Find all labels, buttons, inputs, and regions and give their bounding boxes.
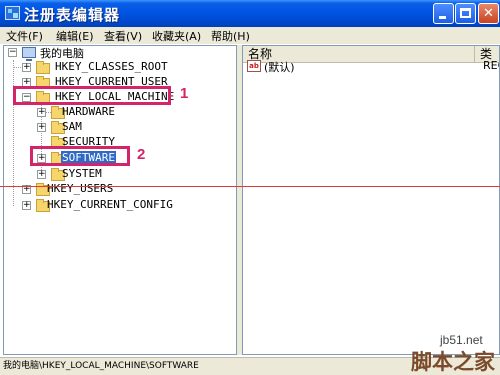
- tree-node-system[interactable]: + SYSTEM: [37, 167, 227, 183]
- watermark-site: jb51.net: [440, 333, 483, 347]
- expand-toggle[interactable]: +: [22, 63, 31, 72]
- value-type: REG: [483, 59, 499, 72]
- expand-toggle[interactable]: +: [22, 201, 31, 210]
- value-row-default[interactable]: ab (默认) REG: [247, 59, 499, 75]
- tree-node-label: HKEY_USERS: [47, 182, 114, 195]
- step-marker-2: 2: [137, 146, 146, 163]
- menu-bar: 文件(F) 编辑(E) 查看(V) 收藏夹(A) 帮助(H): [0, 27, 500, 44]
- value-name: (默认): [264, 61, 295, 74]
- tree-connector: [13, 67, 21, 68]
- tree-node-my-computer[interactable]: − 我的电脑: [8, 46, 118, 61]
- close-button[interactable]: ✕: [478, 3, 499, 24]
- close-icon: ✕: [483, 6, 494, 21]
- maximize-icon: [460, 8, 471, 18]
- tree-node-label: HKEY_CLASSES_ROOT: [55, 60, 168, 73]
- folder-icon: [36, 61, 50, 74]
- value-list[interactable]: 名称 类 ab (默认) REG: [242, 45, 500, 355]
- regedit-app-icon[interactable]: [5, 6, 20, 20]
- status-path: 我的电脑\HKEY_LOCAL_MACHINE\SOFTWARE: [3, 361, 199, 371]
- minimize-button[interactable]: [433, 3, 454, 24]
- title-bar: 注册表编辑器 ✕: [0, 0, 500, 27]
- tree-node-hkey-classes-root[interactable]: + HKEY_CLASSES_ROOT: [22, 60, 232, 76]
- window-title: 注册表编辑器: [24, 6, 121, 24]
- tree-node-label: HKEY_CURRENT_CONFIG: [47, 198, 173, 211]
- tree-node-label: 我的电脑: [40, 47, 84, 60]
- menu-file[interactable]: 文件(F): [6, 28, 43, 44]
- watermark-logo: 脚本之家: [411, 350, 495, 374]
- tree-node-hkey-users[interactable]: + HKEY_USERS: [22, 182, 232, 198]
- step-marker-1: 1: [180, 85, 189, 102]
- tree-node-label: SAM: [62, 120, 82, 133]
- tree-node-sam[interactable]: + SAM: [37, 120, 227, 136]
- computer-icon: [22, 47, 36, 61]
- tree-node-hardware[interactable]: + HARDWARE: [37, 105, 227, 121]
- menu-edit[interactable]: 编辑(E): [56, 28, 94, 44]
- tree-node-label: SYSTEM: [62, 167, 102, 180]
- highlight-box-hklm: [13, 86, 171, 105]
- expand-toggle[interactable]: +: [37, 170, 46, 179]
- expand-toggle[interactable]: +: [37, 108, 46, 117]
- highlight-box-software: [30, 146, 130, 166]
- expand-toggle[interactable]: +: [37, 123, 46, 132]
- tree-node-hkey-current-config[interactable]: + HKEY_CURRENT_CONFIG: [22, 198, 232, 214]
- tree-connector: [13, 60, 14, 206]
- collapse-toggle[interactable]: −: [8, 48, 17, 57]
- minimize-icon: [439, 16, 446, 19]
- menu-help[interactable]: 帮助(H): [211, 28, 250, 44]
- maximize-button[interactable]: [455, 3, 476, 24]
- menu-view[interactable]: 查看(V): [104, 28, 142, 44]
- string-value-icon: ab: [247, 60, 261, 72]
- menu-favorites[interactable]: 收藏夹(A): [152, 28, 201, 44]
- tree-node-label: HARDWARE: [62, 105, 115, 118]
- red-guide-line: [0, 186, 500, 187]
